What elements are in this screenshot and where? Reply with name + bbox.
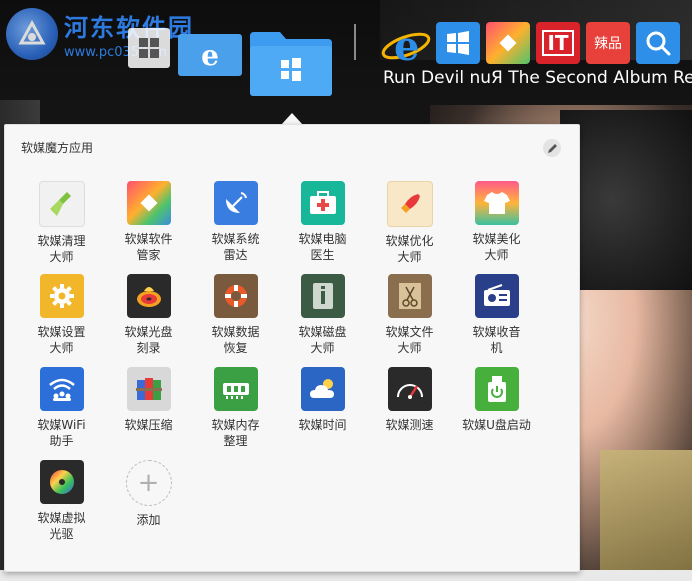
plus-icon: + (125, 460, 172, 506)
app-item-virtual-drive[interactable]: 软媒虚拟 光驱 (18, 460, 105, 542)
search-icon[interactable] (636, 22, 680, 64)
lapin-icon[interactable]: 辣品 (586, 22, 630, 64)
wallpaper-jacket (600, 450, 692, 581)
radio-icon (474, 274, 519, 318)
app-label: 软媒数据 恢复 (211, 325, 260, 355)
app-item-cleaner[interactable]: 软媒清理 大师 (18, 181, 105, 265)
app-item-system-radar[interactable]: 软媒系统 雷达 (192, 181, 279, 263)
app-label: 软媒时间 (298, 418, 347, 432)
lapin-label: 辣品 (594, 36, 622, 52)
gear-icon (39, 274, 84, 318)
folder-icon[interactable] (250, 30, 332, 96)
watermark-logo-icon (6, 8, 58, 60)
archive-books-icon (126, 367, 171, 411)
taskbar: e e IT 辣品 (120, 16, 692, 96)
ithome-icon[interactable]: IT (536, 22, 580, 64)
app-label: 软媒文件 大师 (385, 325, 434, 355)
lifebuoy-icon (213, 274, 258, 318)
app-item-file-master[interactable]: 软媒文件 大师 (366, 274, 453, 356)
panel-title: 软媒魔方应用 (21, 141, 94, 155)
ie-browser-icon[interactable]: e (380, 22, 432, 70)
app-label: 软媒测速 (385, 418, 434, 432)
app-item-usb-boot[interactable]: 软媒U盘启动 (453, 367, 540, 433)
taskbar-separator (354, 24, 356, 60)
app-label: 软媒内存 整理 (211, 418, 260, 448)
app-label: 软媒电脑 医生 (298, 232, 347, 262)
app-item-optimizer[interactable]: 软媒优化 大师 (366, 181, 453, 265)
app-label: 软媒系统 雷达 (211, 232, 260, 262)
memory-chip-icon (213, 367, 258, 411)
pencil-icon[interactable] (543, 139, 561, 157)
app-label: 软媒虚拟 光驱 (37, 511, 86, 541)
virtual-disc-icon (39, 460, 84, 504)
app-item-data-recovery[interactable]: 软媒数据 恢复 (192, 274, 279, 356)
diamond-app-icon[interactable] (486, 22, 530, 64)
app-launcher-panel: 软媒魔方应用 软媒清理 大师 软媒软件 管家 软媒系统 雷达 软媒电脑 医生 软… (4, 124, 580, 572)
app-label: 软媒设置 大师 (37, 325, 86, 355)
envelope-scissors-icon (387, 274, 432, 318)
app-item-speed-test[interactable]: 软媒测速 (366, 367, 453, 433)
first-aid-kit-icon (300, 181, 345, 225)
wifi-icon (39, 367, 84, 411)
app-item-disc-burner[interactable]: 软媒光盘 刻录 (105, 274, 192, 356)
app-item-time[interactable]: 软媒时间 (279, 367, 366, 433)
weather-cloud-icon (300, 367, 345, 411)
app-item-settings[interactable]: 软媒设置 大师 (18, 274, 105, 356)
app-item-memory-cleaner[interactable]: 软媒内存 整理 (192, 367, 279, 449)
satellite-dish-icon (213, 181, 258, 225)
broom-icon (38, 181, 85, 227)
usb-power-icon (474, 367, 519, 411)
app-label: 软媒U盘启动 (462, 418, 531, 432)
app-label: 软媒优化 大师 (385, 234, 434, 264)
app-label: 软媒收音机 (472, 325, 521, 355)
tshirt-icon (474, 181, 519, 225)
burning-disc-icon (126, 274, 171, 318)
app-label: 软媒WiFi 助手 (37, 418, 86, 448)
app-item-software-manager[interactable]: 软媒软件 管家 (105, 181, 192, 263)
ithome-label: IT (542, 30, 574, 56)
disk-info-icon (300, 274, 345, 318)
app-item-radio[interactable]: 软媒收音机 (453, 274, 540, 356)
app-label: 软媒光盘 刻录 (124, 325, 173, 355)
app-label: 软媒压缩 (124, 418, 173, 432)
app-item-wifi-helper[interactable]: 软媒WiFi 助手 (18, 367, 105, 449)
app-label: 软媒软件 管家 (124, 232, 173, 262)
app-label: 软媒磁盘 大师 (298, 325, 347, 355)
app-label: 添加 (136, 513, 161, 527)
edge-browser-icon[interactable]: e (178, 34, 242, 76)
windows-tiles-icon[interactable] (436, 22, 480, 64)
add-app-button[interactable]: + 添加 (105, 460, 192, 528)
app-item-disk-master[interactable]: 软媒磁盘 大师 (279, 274, 366, 356)
app-item-beautify[interactable]: 软媒美化 大师 (453, 181, 540, 263)
app-label: 软媒清理 大师 (37, 234, 86, 264)
colorful-diamond-icon (126, 181, 171, 225)
svg-text:e: e (394, 23, 419, 70)
speedometer-icon (387, 367, 432, 411)
rocket-icon (386, 181, 433, 227)
windows-start-icon[interactable] (128, 28, 170, 68)
app-item-pc-doctor[interactable]: 软媒电脑 医生 (279, 181, 366, 263)
app-label: 软媒美化 大师 (472, 232, 521, 262)
app-item-compress[interactable]: 软媒压缩 (105, 367, 192, 433)
album-title-text: Run Devil nuЯ The Second Album Re (383, 68, 692, 88)
